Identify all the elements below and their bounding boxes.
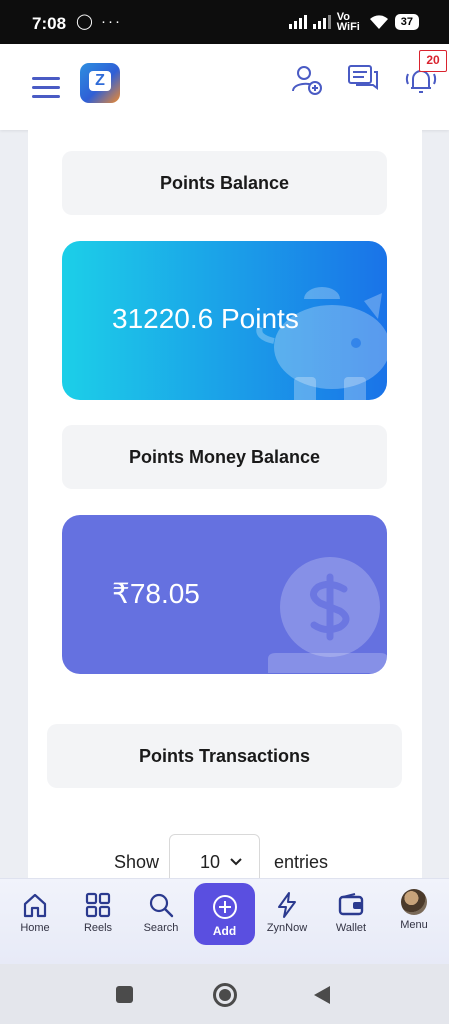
nav-wallet-label: Wallet xyxy=(335,922,367,934)
profile-avatar xyxy=(401,889,427,915)
logo-z-icon: Z xyxy=(89,71,111,91)
points-transactions-heading: Points Transactions xyxy=(47,724,402,788)
status-time: 7:08 xyxy=(32,14,67,33)
money-value: ₹78.05 xyxy=(112,578,200,609)
search-icon xyxy=(149,893,174,918)
home-icon xyxy=(23,893,47,918)
nav-home-label: Home xyxy=(20,922,50,934)
system-navigation-bar xyxy=(0,964,449,1024)
signal-icon xyxy=(312,15,331,29)
nav-menu-label: Menu xyxy=(400,919,428,931)
status-bar: 7:08 ◯ ··· Vo WiFi 37 xyxy=(0,0,449,44)
show-label: Show xyxy=(114,852,160,872)
piggy-bank-icon xyxy=(256,287,387,400)
nav-home[interactable]: Home xyxy=(5,891,65,934)
points-value: 31220.6 Points xyxy=(112,303,299,334)
home-button-icon[interactable] xyxy=(213,983,237,1007)
status-right-group: Vo WiFi 37 xyxy=(288,11,419,33)
app-header: Z 20 xyxy=(0,44,449,130)
entries-label: entries xyxy=(274,852,329,872)
nav-reels[interactable]: Reels xyxy=(68,891,128,934)
nav-search-label: Search xyxy=(143,922,179,934)
back-button-icon[interactable] xyxy=(313,985,331,1005)
app-logo[interactable]: Z xyxy=(80,63,120,103)
nav-search[interactable]: Search xyxy=(131,891,191,934)
menu-hamburger-icon[interactable] xyxy=(32,77,60,99)
notification-button[interactable]: 20 xyxy=(402,44,449,130)
points-money-balance-heading: Points Money Balance xyxy=(62,425,387,489)
nav-add-label: Add xyxy=(212,924,237,938)
notification-count-badge: 20 xyxy=(419,50,447,72)
entries-select-value: 10 xyxy=(200,852,221,872)
recents-button-icon[interactable] xyxy=(116,986,133,1003)
points-balance-heading: Points Balance xyxy=(62,151,387,215)
dollar-coin-icon xyxy=(268,557,387,673)
nav-add-button[interactable]: Add xyxy=(194,883,255,945)
nav-zynnow[interactable]: ZynNow xyxy=(257,891,317,934)
nav-reels-label: Reels xyxy=(83,922,113,934)
vowifi-label: Vo WiFi xyxy=(336,11,360,33)
plus-circle-icon xyxy=(212,895,237,919)
battery-icon: 37 xyxy=(394,14,419,30)
add-friend-icon[interactable] xyxy=(290,62,324,96)
lightning-icon xyxy=(278,892,296,918)
signal-icon xyxy=(288,15,307,29)
bottom-navigation: Home Reels Search Add ZynNow Wallet Menu xyxy=(0,878,449,964)
chat-icon[interactable] xyxy=(346,62,380,96)
nav-zynnow-label: ZynNow xyxy=(266,922,308,934)
wallet-icon xyxy=(338,893,364,916)
wifi-icon xyxy=(369,15,388,29)
nav-wallet[interactable]: Wallet xyxy=(321,891,381,934)
reels-grid-icon xyxy=(85,892,111,918)
chevron-down-icon xyxy=(230,858,242,866)
money-balance-card: ₹78.05 xyxy=(62,515,387,674)
points-balance-card: 31220.6 Points xyxy=(62,241,387,400)
status-notification-icons: ◯ ··· xyxy=(76,13,122,30)
nav-menu[interactable]: Menu xyxy=(384,889,444,931)
